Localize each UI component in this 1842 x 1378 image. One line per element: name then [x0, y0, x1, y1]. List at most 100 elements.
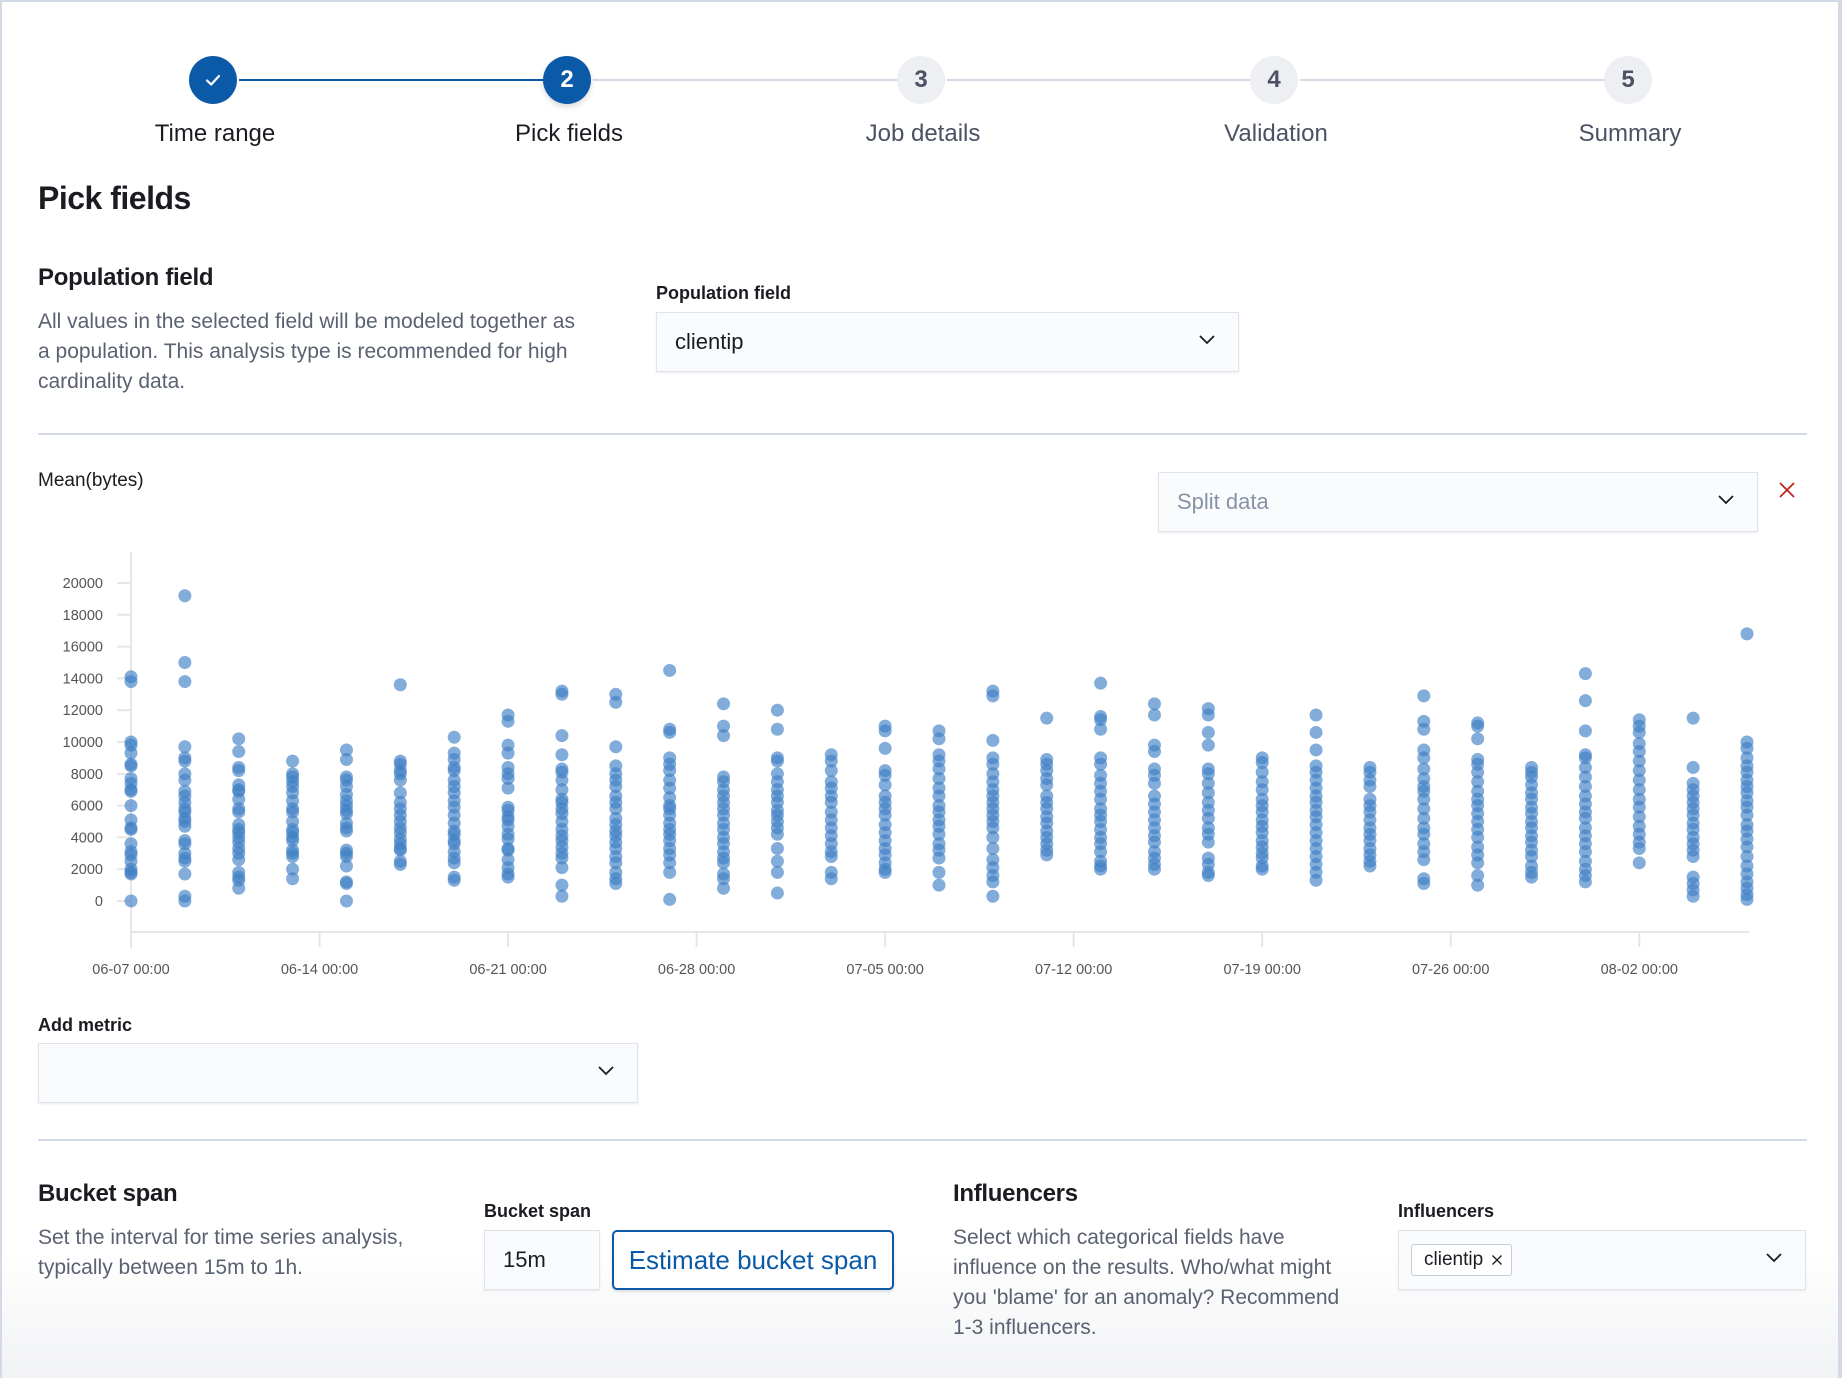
data-point [339, 752, 353, 766]
data-point [1417, 877, 1431, 891]
data-point [178, 867, 192, 881]
y-tick-label: 12000 [63, 703, 103, 719]
data-point [717, 697, 731, 711]
data-point [1417, 751, 1431, 765]
step-4-label[interactable]: Validation [1224, 120, 1328, 148]
step-1-circle[interactable] [189, 56, 237, 104]
data-point [178, 854, 192, 868]
step-5-circle[interactable]: 5 [1604, 56, 1652, 104]
influencers-combobox[interactable]: clientip [1398, 1230, 1806, 1290]
step-5-label[interactable]: Summary [1579, 120, 1682, 148]
step-3-label[interactable]: Job details [866, 120, 981, 148]
scatter-chart: 0 2000 4000 6000 8000 10000 12000 14000 16000 180… [63, 552, 1754, 978]
chevron-down-icon [1199, 335, 1215, 345]
close-icon[interactable] [1778, 481, 1796, 499]
data-point [1363, 859, 1377, 873]
step-connector [947, 79, 1252, 81]
y-tick-label: 10000 [63, 735, 103, 751]
data-point [1201, 869, 1215, 883]
step-1-label[interactable]: Time range [155, 120, 276, 148]
data-point [1040, 711, 1054, 725]
step-2-circle[interactable]: 2 [543, 56, 591, 104]
data-point [609, 695, 623, 709]
step-4-circle[interactable]: 4 [1250, 56, 1298, 104]
data-point [1417, 722, 1431, 736]
data-points [124, 589, 1754, 908]
x-tick-label: 06-21 00:00 [469, 962, 546, 978]
data-point [1147, 862, 1161, 876]
data-point [1578, 724, 1592, 738]
bucket-span-input[interactable]: 15m [484, 1230, 600, 1290]
data-point [824, 849, 838, 863]
x-tick-label: 07-26 00:00 [1412, 962, 1489, 978]
data-point [1471, 719, 1485, 733]
data-point [1094, 722, 1108, 736]
data-point [124, 822, 138, 836]
data-point [339, 894, 353, 908]
data-point [770, 854, 784, 868]
data-point [339, 859, 353, 873]
x-tick-label: 07-12 00:00 [1035, 962, 1112, 978]
x-tick-label: 06-14 00:00 [281, 962, 358, 978]
bucket-span-value: 15m [503, 1247, 546, 1272]
step-number: 4 [1267, 66, 1281, 93]
data-point [1040, 848, 1054, 862]
population-description: All values in the selected field will be… [38, 307, 618, 397]
data-point [232, 745, 246, 759]
data-point [986, 875, 1000, 889]
data-point [1686, 760, 1700, 774]
data-point [178, 589, 192, 603]
data-point [447, 873, 461, 887]
data-point [232, 853, 246, 867]
data-point [1632, 856, 1646, 870]
chevron-down-icon [1766, 1253, 1782, 1263]
chevron-down-icon [1718, 495, 1734, 505]
data-point [1686, 849, 1700, 863]
step-2-label[interactable]: Pick fields [515, 120, 623, 148]
x-axis: 06-07 00:00 06-14 00:00 06-21 00:00 06-28 0… [92, 931, 1749, 978]
data-point [1525, 870, 1539, 884]
influencers-label: Influencers [1398, 1201, 1495, 1221]
data-point [1201, 835, 1215, 849]
check-icon [205, 74, 221, 86]
data-point [232, 881, 246, 895]
metric-title: Mean(bytes) [38, 470, 144, 491]
data-point [232, 732, 246, 746]
population-field-select[interactable]: clientip [656, 312, 1239, 372]
data-point [178, 894, 192, 908]
data-point [124, 746, 138, 760]
data-point [609, 877, 623, 891]
close-icon[interactable] [1491, 1254, 1503, 1266]
estimate-bucket-span-button[interactable]: Estimate bucket span [612, 1230, 894, 1290]
step-3-circle[interactable]: 3 [897, 56, 945, 104]
data-point [1255, 862, 1269, 876]
description-line: typically between 15m to 1h. [38, 1256, 303, 1279]
add-metric-label: Add metric [38, 1015, 133, 1035]
data-point [555, 889, 569, 903]
data-point [178, 675, 192, 689]
step-connector [239, 79, 545, 81]
split-data-select[interactable]: Split data [1158, 472, 1758, 532]
data-point [663, 865, 677, 879]
data-point [663, 725, 677, 739]
y-tick-label: 6000 [71, 799, 103, 815]
add-metric-select[interactable] [38, 1043, 638, 1103]
data-point [932, 878, 946, 892]
data-point [501, 714, 515, 728]
data-point [1740, 627, 1754, 641]
data-point [1686, 889, 1700, 903]
step-connector [1300, 79, 1605, 81]
data-point [124, 799, 138, 813]
data-point [770, 754, 784, 768]
chip-label: clientip [1424, 1249, 1484, 1270]
data-point [1147, 697, 1161, 711]
data-point [555, 878, 569, 892]
y-tick-label: 4000 [71, 830, 103, 846]
data-point [770, 703, 784, 717]
data-point [878, 741, 892, 755]
data-point [878, 865, 892, 879]
data-point [1094, 862, 1108, 876]
data-point [770, 722, 784, 736]
data-point [232, 764, 246, 778]
data-point [555, 729, 569, 743]
